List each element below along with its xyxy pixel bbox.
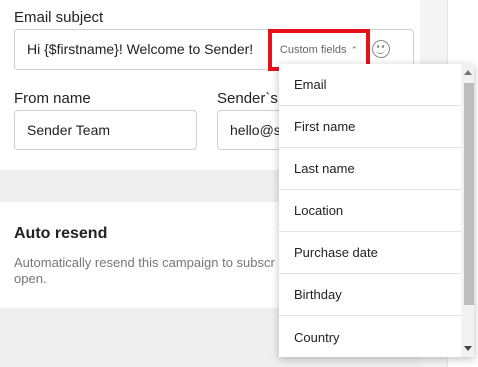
auto-resend-description: Automatically resend this campaign to su… <box>14 255 275 286</box>
custom-fields-label: Custom fields <box>279 44 347 56</box>
scroll-down-arrow-icon[interactable] <box>464 346 472 351</box>
chevron-up-icon: ⌃ <box>350 44 359 55</box>
from-name-input[interactable]: Sender Team <box>14 110 197 150</box>
smiley-icon[interactable] <box>372 40 390 58</box>
dropdown-item-location[interactable]: Location <box>279 190 461 232</box>
dropdown-item-birthday[interactable]: Birthday <box>279 274 461 316</box>
custom-fields-dropdown: Email First name Last name Location Purc… <box>279 64 474 357</box>
dropdown-item-country[interactable]: Country <box>279 316 461 357</box>
dropdown-item-email[interactable]: Email <box>279 64 461 106</box>
dropdown-item-last-name[interactable]: Last name <box>279 148 461 190</box>
sender-email-input[interactable]: hello@se <box>217 110 287 150</box>
scroll-up-arrow-icon[interactable] <box>464 70 472 75</box>
from-name-label: From name <box>14 90 91 107</box>
email-subject-label: Email subject <box>14 9 104 26</box>
dropdown-item-first-name[interactable]: First name <box>279 106 461 148</box>
dropdown-scrollbar[interactable] <box>461 64 474 357</box>
dropdown-item-purchase-date[interactable]: Purchase date <box>279 232 461 274</box>
sender-email-label: Sender`s e <box>217 90 279 107</box>
scroll-thumb[interactable] <box>464 83 474 305</box>
auto-resend-title: Auto resend <box>14 225 108 242</box>
